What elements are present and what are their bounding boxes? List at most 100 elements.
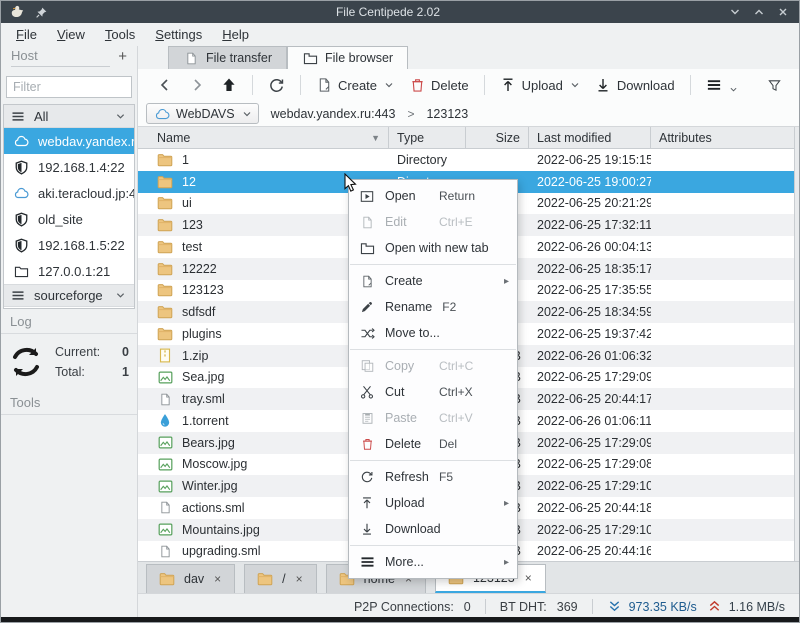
sidebar-item-webdav.yandex.ru:443[interactable]: webdav.yandex.ru:443: [4, 128, 134, 154]
menu-separator: [350, 545, 516, 546]
sidebar-item-label: old_site: [38, 211, 83, 227]
menu-tools[interactable]: Tools: [96, 25, 144, 44]
delete-button[interactable]: Delete: [402, 73, 476, 97]
folder-icon: [157, 195, 173, 211]
download-button[interactable]: Download: [588, 73, 682, 97]
filter-funnel-button[interactable]: [760, 74, 789, 97]
current-label: Current:: [55, 344, 101, 359]
context-menu-item-open-with-new-tab[interactable]: Open with new tab: [349, 235, 517, 261]
context-menu-item-open[interactable]: Open Return: [349, 183, 517, 209]
up-button[interactable]: [214, 73, 244, 97]
bt-dht-value: 369: [556, 599, 578, 614]
chevron-down-icon: [385, 81, 393, 89]
close-icon[interactable]: [775, 4, 791, 20]
minimize-icon[interactable]: [727, 4, 743, 20]
menu-view[interactable]: View: [48, 25, 94, 44]
refresh-button[interactable]: [261, 73, 292, 98]
pin-icon[interactable]: [33, 4, 49, 20]
menu-item-shortcut: Ctrl+E: [439, 215, 473, 229]
close-tab-icon[interactable]: ×: [524, 571, 533, 585]
filter-input[interactable]: [6, 76, 132, 98]
toolbar: Create Delete Upload Download: [138, 69, 799, 101]
menubar: File View Tools Settings Help: [1, 23, 799, 46]
total-value: 1: [122, 364, 129, 379]
context-menu-item-move-to[interactable]: Move to...: [349, 320, 517, 346]
sidebar-item-192.168.1.5:22[interactable]: 192.168.1.5:22: [4, 232, 134, 258]
create-button[interactable]: Create: [309, 73, 400, 97]
menu-item-label: Download: [385, 522, 441, 536]
modified-cell: 2022-06-25 20:44:16: [537, 544, 651, 559]
breadcrumb-path[interactable]: 123123: [426, 107, 468, 121]
tab-file-transfer[interactable]: File transfer: [168, 46, 287, 69]
image-icon: [157, 522, 173, 538]
context-menu-item-cut[interactable]: Cut Ctrl+X: [349, 379, 517, 405]
folder-icon: [159, 571, 175, 587]
back-button[interactable]: [150, 73, 180, 97]
file-icon: [157, 543, 173, 559]
context-menu-item-copy: Copy Ctrl+C: [349, 353, 517, 379]
cloud-icon: [13, 185, 29, 201]
upload-speed: 1.16 MB/s: [728, 599, 785, 614]
modified-cell: 2022-06-25 18:34:59: [537, 305, 651, 320]
sidebar-item-aki.teracloud.jp:443[interactable]: aki.teracloud.jp:443: [4, 180, 134, 206]
context-menu-item-create[interactable]: Create ▸: [349, 268, 517, 294]
column-header-type[interactable]: Type: [389, 127, 466, 148]
more-menu-button[interactable]: [699, 73, 744, 97]
tab-file-browser[interactable]: File browser: [287, 46, 409, 69]
upload-button[interactable]: Upload: [493, 73, 586, 97]
path-tab-dav[interactable]: dav ×: [146, 564, 236, 593]
file-name: actions.sml: [182, 500, 245, 515]
file-name: Mountains.jpg: [182, 522, 260, 537]
scrollbar[interactable]: [794, 127, 799, 561]
modified-cell: 2022-06-25 17:35:55: [537, 283, 651, 298]
file-new-icon: [359, 273, 375, 289]
protocol-selector[interactable]: WebDAVS: [146, 103, 259, 124]
context-menu-item-download[interactable]: Download: [349, 516, 517, 542]
file-name: Bears.jpg: [182, 435, 235, 450]
context-menu-item-more[interactable]: More... ▸: [349, 549, 517, 575]
add-host-button[interactable]: +: [110, 48, 131, 68]
tree-group-All[interactable]: All: [4, 105, 134, 128]
close-tab-icon[interactable]: ×: [213, 572, 222, 586]
current-value: 0: [122, 344, 129, 359]
table-row[interactable]: 1 Directory 2022-06-25 19:15:15: [138, 149, 794, 171]
column-header-name[interactable]: Name ▼: [138, 127, 389, 148]
zip-icon: [157, 348, 173, 364]
top-tabstrip: File transfer File browser: [138, 46, 799, 69]
breadcrumb-host[interactable]: webdav.yandex.ru:443: [271, 107, 396, 121]
context-menu-item-rename[interactable]: Rename F2: [349, 294, 517, 320]
file-name: sdfsdf: [182, 305, 216, 320]
file-name: 1.torrent: [182, 413, 229, 428]
sidebar-item-127.0.0.1:21[interactable]: 127.0.0.1:21: [4, 258, 134, 284]
sidebar-item-192.168.1.4:22[interactable]: 192.168.1.4:22: [4, 154, 134, 180]
maximize-icon[interactable]: [751, 4, 767, 20]
menu-item-label: Copy: [385, 359, 415, 373]
context-menu-item-delete[interactable]: Delete Del: [349, 431, 517, 457]
context-menu-item-refresh[interactable]: Refresh F5: [349, 464, 517, 490]
cloud-icon: [154, 106, 170, 122]
column-header-size[interactable]: Size: [466, 127, 529, 148]
folder-icon: [157, 261, 173, 277]
tab-label: File transfer: [206, 51, 272, 65]
menu-item-label: Edit: [385, 215, 407, 229]
menu-help[interactable]: Help: [213, 25, 258, 44]
menu-item-label: Open with new tab: [385, 241, 489, 255]
sidebar-item-old_site[interactable]: old_site: [4, 206, 134, 232]
torrent-icon: [157, 413, 173, 429]
menu-item-label: Move to...: [385, 326, 440, 340]
forward-button[interactable]: [182, 73, 212, 97]
modified-cell: 2022-06-25 17:29:09: [537, 435, 651, 450]
close-tab-icon[interactable]: ×: [295, 572, 304, 586]
menu-item-label: Upload: [385, 496, 425, 510]
pencil-icon: [359, 299, 375, 315]
menu-item-label: Create: [385, 274, 423, 288]
tree-group-sourceforge[interactable]: sourceforge: [4, 284, 134, 307]
path-tab--[interactable]: / ×: [244, 564, 317, 593]
column-header-last-modified[interactable]: Last modified: [529, 127, 651, 148]
menu-settings[interactable]: Settings: [146, 25, 211, 44]
file-name: 12: [182, 174, 196, 189]
delete-label: Delete: [431, 77, 469, 93]
column-header-attributes[interactable]: Attributes: [651, 127, 794, 148]
menu-file[interactable]: File: [7, 25, 46, 44]
context-menu-item-upload[interactable]: Upload ▸: [349, 490, 517, 516]
